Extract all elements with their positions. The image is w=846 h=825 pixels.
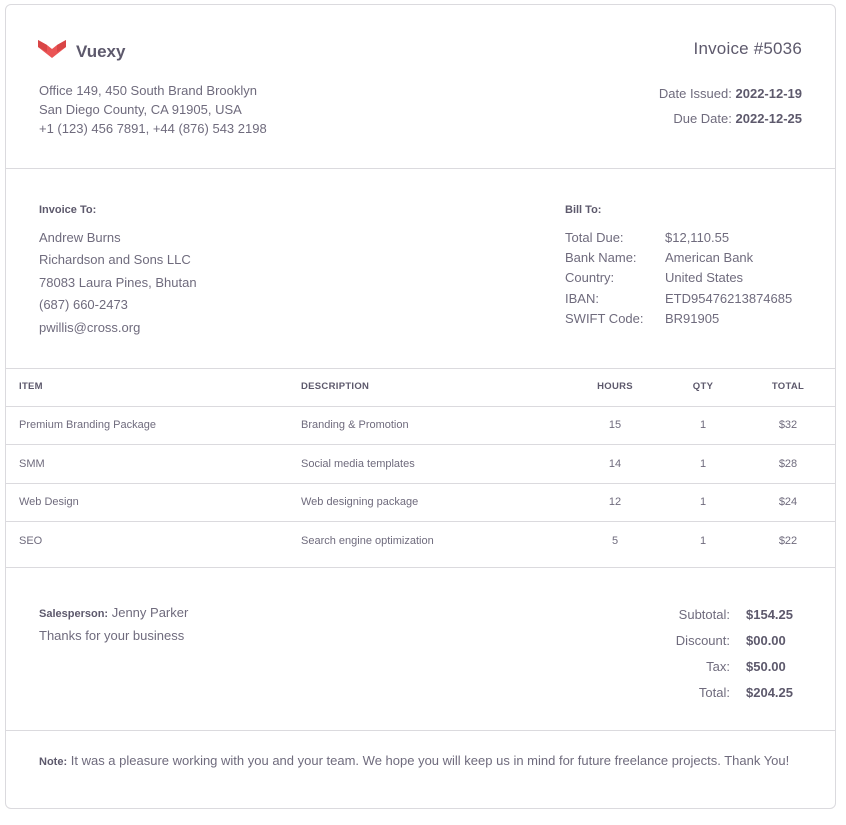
client-phone: (687) 660-2473 <box>39 297 128 313</box>
cell-description: Branding & Promotion <box>301 419 409 431</box>
col-header-hours: HOURS <box>597 381 633 392</box>
total-value: $00.00 <box>746 633 786 648</box>
client-company: Richardson and Sons LLC <box>39 252 191 268</box>
note-text: It was a pleasure working with you and y… <box>70 753 790 768</box>
bill-to-details: Total Due: $12,110.55 Bank Name: American … <box>565 228 792 329</box>
cell-hours: 15 <box>608 419 622 431</box>
client-address: 78083 Laura Pines, Bhutan <box>39 274 197 290</box>
client-email: pwillis@cross.org <box>39 319 141 335</box>
bill-row: Country: United States <box>565 268 792 288</box>
cell-qty: 1 <box>699 419 707 431</box>
brand: Vuexy <box>38 38 125 65</box>
cell-description: Social media templates <box>301 458 415 470</box>
bill-row: IBAN: ETD95476213874685 <box>565 289 792 309</box>
client-name: Andrew Burns <box>39 230 121 245</box>
note-block: Note: It was a pleasure working with you… <box>39 751 809 772</box>
cell-total: $28 <box>778 458 798 470</box>
bill-label: IBAN: <box>565 290 599 306</box>
brand-name: Vuexy <box>76 41 126 61</box>
cell-hours: 5 <box>611 535 619 547</box>
divider <box>6 521 835 522</box>
salesperson-line: Salesperson: Jenny Parker <box>39 602 188 625</box>
invoice-dates: Date Issued: 2022-12-19 Due Date: 2022-1… <box>659 81 802 131</box>
cell-qty: 1 <box>699 535 707 547</box>
date-issued-label: Date Issued: <box>658 86 732 101</box>
divider <box>6 406 835 407</box>
company-address: Office 149, 450 South Brand Brooklyn San… <box>39 81 267 138</box>
vuexy-logo-icon <box>38 38 66 65</box>
cell-item: SMM <box>19 458 45 470</box>
total-label: Discount: <box>675 633 730 648</box>
divider <box>6 567 835 568</box>
bill-value: American Bank <box>665 250 754 266</box>
bill-row: SWIFT Code: BR91905 <box>565 309 792 329</box>
bill-label: Country: <box>565 270 615 286</box>
thanks-text: Thanks for your business <box>39 628 185 643</box>
address-line: +1 (123) 456 7891, +44 (876) 543 2198 <box>39 121 267 136</box>
total-value: $154.25 <box>746 607 793 622</box>
total-value: $204.25 <box>746 685 793 700</box>
cell-qty: 1 <box>699 496 707 508</box>
address-line: San Diego County, CA 91905, USA <box>39 102 242 117</box>
total-value: $50.00 <box>746 659 786 674</box>
total-label: Subtotal: <box>678 607 730 622</box>
divider <box>6 730 835 731</box>
salesperson-name: Jenny Parker <box>111 605 189 620</box>
bill-value: $12,110.55 <box>665 230 730 245</box>
col-header-description: DESCRIPTION <box>301 381 370 392</box>
total-label: Total: <box>698 685 730 700</box>
bill-label: Total Due: <box>565 230 624 245</box>
total-label: Tax: <box>706 659 730 674</box>
col-header-qty: QTY <box>692 381 714 392</box>
tax-row: Tax: $50.00 <box>626 654 802 680</box>
date-issued: Date Issued: 2022-12-19 <box>659 81 802 106</box>
divider <box>6 444 835 445</box>
date-issued-value: 2022-12-19 <box>735 86 803 101</box>
cell-description: Search engine optimization <box>301 535 434 547</box>
table-top-border <box>6 368 835 369</box>
cell-qty: 1 <box>699 458 707 470</box>
bill-to-heading: Bill To: <box>565 204 602 216</box>
cell-total: $24 <box>778 496 798 508</box>
invoice-title: Invoice #5036 <box>693 39 802 58</box>
bill-value: United States <box>665 270 744 286</box>
due-date: Due Date: 2022-12-25 <box>659 106 802 131</box>
cell-item: SEO <box>19 535 43 547</box>
col-header-total: TOTAL <box>771 381 805 392</box>
divider <box>6 483 835 484</box>
salesperson-block: Salesperson: Jenny Parker Thanks for you… <box>39 602 188 647</box>
discount-row: Discount: $00.00 <box>626 628 802 654</box>
bill-row: Total Due: $12,110.55 <box>565 228 792 248</box>
bill-value: BR91905 <box>665 310 720 326</box>
cell-total: $32 <box>778 419 798 431</box>
invoice-to-heading: Invoice To: <box>39 204 97 216</box>
col-header-item: ITEM <box>19 381 43 392</box>
invoice-card: Vuexy Office 149, 450 South Brand Brookl… <box>5 4 836 809</box>
bill-value: ETD95476213874685 <box>665 290 793 306</box>
cell-description: Web designing package <box>301 496 419 508</box>
note-label: Note: <box>39 756 68 768</box>
cell-total: $22 <box>778 535 798 547</box>
cell-item: Premium Branding Package <box>19 419 156 431</box>
subtotal-row: Subtotal: $154.25 <box>626 602 802 628</box>
cell-hours: 12 <box>608 496 622 508</box>
due-date-value: 2022-12-25 <box>735 111 803 126</box>
cell-item: Web Design <box>19 496 79 508</box>
bill-label: SWIFT Code: <box>565 310 644 326</box>
address-line: Office 149, 450 South Brand Brooklyn <box>39 83 258 98</box>
totals-block: Subtotal: $154.25 Discount: $00.00 Tax: $50… <box>626 602 802 706</box>
divider <box>6 168 835 169</box>
grand-total-row: Total: $204.25 <box>626 680 802 706</box>
bill-row: Bank Name: American Bank <box>565 248 792 268</box>
due-date-label: Due Date: <box>673 111 732 126</box>
cell-hours: 14 <box>608 458 622 470</box>
bill-label: Bank Name: <box>565 250 637 266</box>
invoice-to-details: Andrew Burns Richardson and Sons LLC 780… <box>39 227 197 339</box>
salesperson-label: Salesperson: <box>39 608 109 620</box>
